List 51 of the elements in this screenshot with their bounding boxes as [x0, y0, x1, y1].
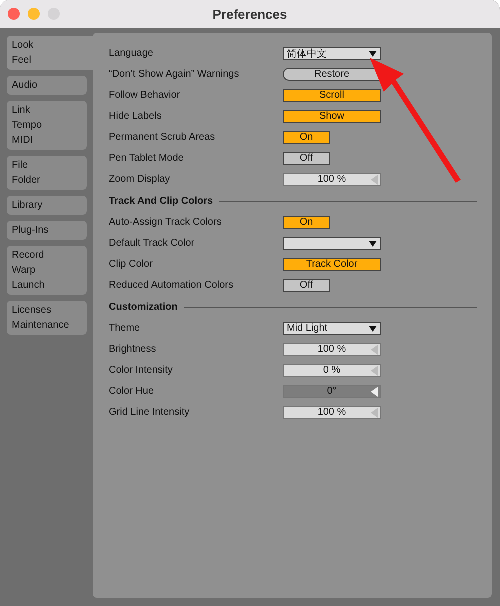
triangle-icon	[371, 408, 378, 418]
sidebar-tab[interactable]: Look Feel	[7, 36, 94, 70]
number-field[interactable]: 0 %	[283, 364, 381, 377]
setting-label: Permanent Scrub Areas	[109, 132, 216, 143]
caret-icon	[369, 326, 377, 332]
toggle-button[interactable]: Off	[283, 152, 330, 165]
toggle-button[interactable]: On	[283, 131, 330, 144]
dropdown[interactable]	[283, 237, 381, 250]
number-field[interactable]: 100 %	[283, 343, 381, 356]
sidebar-tab[interactable]: File Folder	[7, 156, 87, 190]
triangle-icon	[371, 387, 378, 397]
setting-label: Color Hue	[109, 386, 156, 397]
setting-label: Hide Labels	[109, 111, 163, 122]
setting-label: Brightness	[109, 344, 158, 355]
setting-label: Reduced Automation Colors	[109, 280, 235, 291]
caret-icon	[369, 240, 377, 246]
sidebar-tab[interactable]: Library	[7, 196, 87, 215]
triangle-icon	[371, 175, 378, 185]
setting-label: Grid Line Intensity	[109, 407, 191, 418]
triangle-icon	[371, 366, 378, 376]
setting-label: Zoom Display	[109, 174, 172, 185]
setting-label: Clip Color	[109, 259, 154, 270]
setting-label: Theme	[109, 323, 142, 334]
setting-label: “Don’t Show Again” Warnings	[109, 69, 240, 80]
window-title: Preferences	[212, 6, 288, 22]
setting-label: Color Intensity	[109, 365, 174, 376]
sidebar-tab[interactable]: Audio	[7, 76, 87, 95]
sidebar-tab[interactable]: Link Tempo MIDI	[7, 101, 87, 150]
number-field[interactable]: 100 %	[283, 406, 381, 419]
sidebar-tab[interactable]: Record Warp Launch	[7, 246, 87, 295]
toggle-button[interactable]: Off	[283, 279, 330, 292]
number-field[interactable]: 100 %	[283, 173, 381, 186]
sidebar-tab[interactable]: Licenses Maintenance	[7, 301, 87, 335]
section-heading: Track And Clip Colors	[109, 196, 214, 206]
close-button[interactable]	[8, 8, 20, 20]
setting-label: Default Track Color	[109, 238, 196, 249]
triangle-icon	[371, 345, 378, 355]
dropdown[interactable]: 简体中文	[283, 47, 381, 60]
setting-label: Language	[109, 48, 154, 59]
restore-button[interactable]: Restore	[283, 68, 381, 81]
setting-label: Auto-Assign Track Colors	[109, 217, 223, 228]
section-heading: Customization	[109, 302, 178, 312]
minimize-button[interactable]	[28, 8, 40, 20]
toggle-button[interactable]: On	[283, 216, 330, 229]
option-button[interactable]: Scroll	[283, 89, 381, 102]
sidebar-tab[interactable]: Plug-Ins	[7, 221, 87, 240]
setting-label: Pen Tablet Mode	[109, 153, 185, 164]
setting-label: Follow Behavior	[109, 90, 182, 101]
dropdown[interactable]: Mid Light	[283, 322, 381, 335]
option-button[interactable]: Show	[283, 110, 381, 123]
option-button[interactable]: Track Color	[283, 258, 381, 271]
